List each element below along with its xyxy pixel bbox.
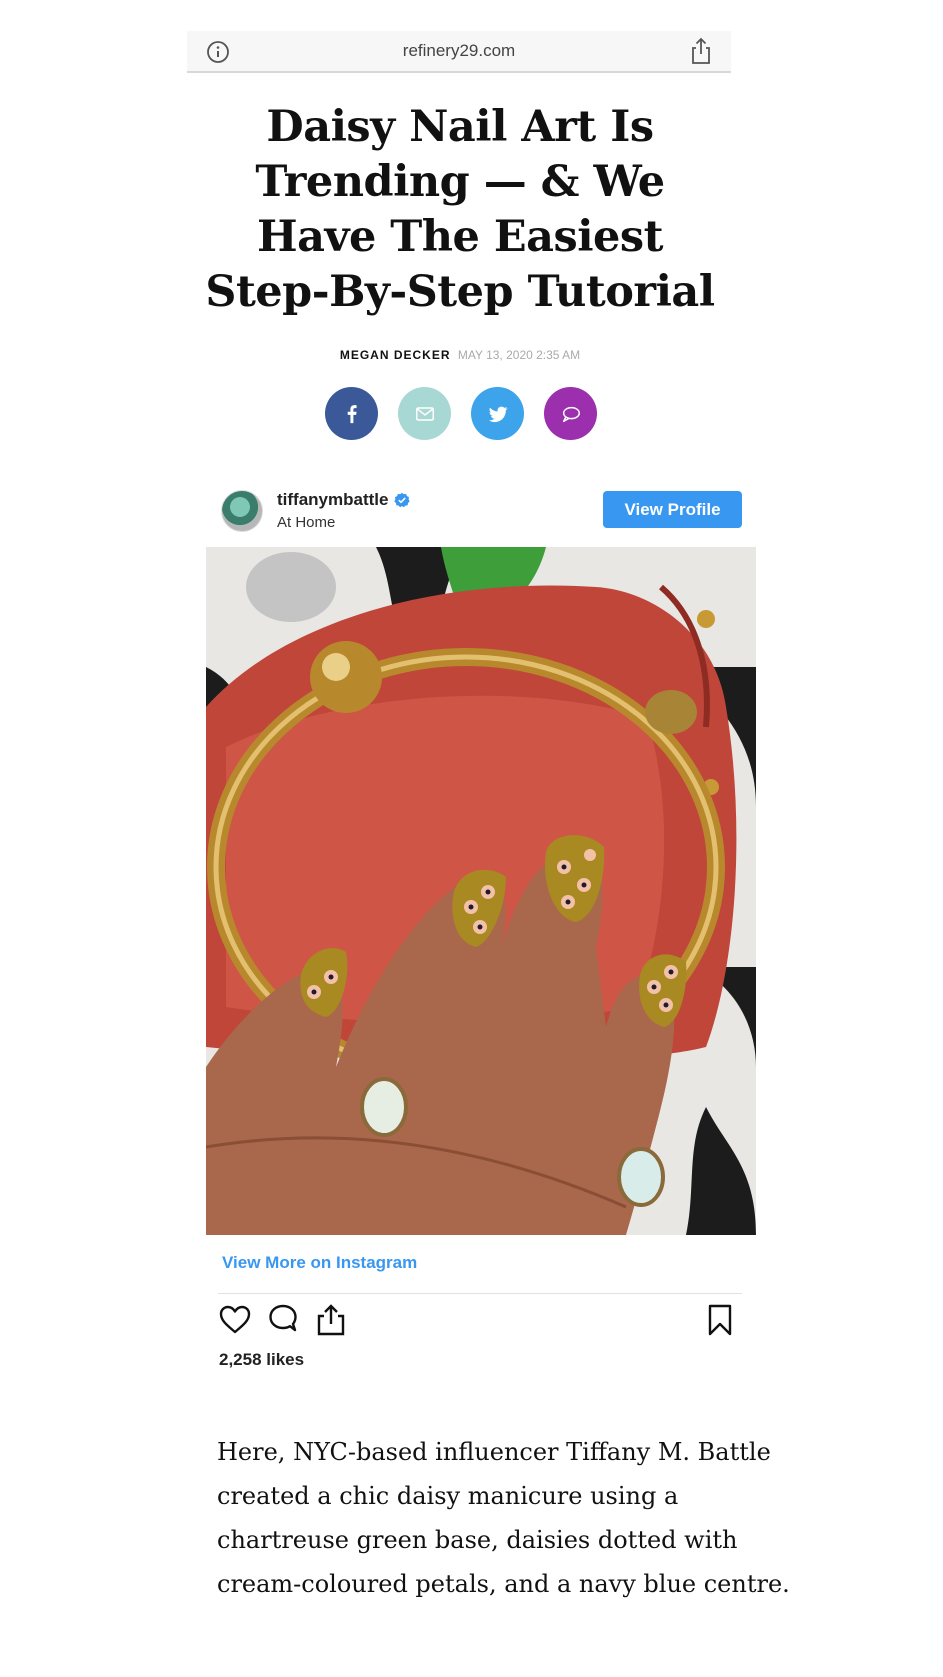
bookmark-icon[interactable] bbox=[703, 1303, 737, 1337]
verified-badge-icon bbox=[394, 492, 411, 508]
comment-share-button[interactable] bbox=[544, 387, 597, 440]
avatar[interactable] bbox=[221, 490, 263, 532]
share-icon[interactable] bbox=[690, 37, 712, 65]
view-more-on-instagram-link[interactable]: View More on Instagram bbox=[222, 1253, 417, 1273]
divider bbox=[218, 1293, 742, 1294]
instagram-username-row[interactable]: tiffanymbattle bbox=[277, 490, 411, 510]
heart-icon[interactable] bbox=[218, 1303, 252, 1337]
twitter-share-button[interactable] bbox=[471, 387, 524, 440]
instagram-embed-header: tiffanymbattle At Home View Profile bbox=[206, 488, 746, 538]
twitter-icon bbox=[488, 406, 508, 422]
likes-count[interactable]: 2,258 likes bbox=[219, 1350, 304, 1370]
facebook-icon bbox=[347, 404, 357, 423]
url-text: refinery29.com bbox=[402, 41, 516, 60]
share-buttons bbox=[325, 387, 597, 440]
envelope-icon bbox=[415, 406, 434, 421]
view-profile-button[interactable]: View Profile bbox=[603, 491, 742, 528]
facebook-share-button[interactable] bbox=[325, 387, 378, 440]
author-name[interactable]: MEGAN DECKER bbox=[340, 348, 451, 362]
byline: MEGAN DECKER MAY 13, 2020 2:35 AM bbox=[0, 348, 920, 362]
instagram-username[interactable]: tiffanymbattle bbox=[277, 490, 388, 510]
url-bar[interactable]: refinery29.com bbox=[187, 31, 731, 73]
email-share-button[interactable] bbox=[398, 387, 451, 440]
comment-icon[interactable] bbox=[266, 1303, 300, 1337]
share-post-icon[interactable] bbox=[314, 1303, 348, 1337]
instagram-location[interactable]: At Home bbox=[277, 514, 335, 531]
speech-bubble-icon bbox=[562, 406, 580, 422]
article-headline: Daisy Nail Art Is Trending — & We Have T… bbox=[205, 102, 715, 317]
instagram-photo[interactable] bbox=[206, 547, 756, 1235]
article-body: Here, NYC-based influencer Tiffany M. Ba… bbox=[217, 1438, 790, 1598]
info-icon[interactable] bbox=[206, 40, 230, 64]
publish-date: MAY 13, 2020 2:35 AM bbox=[457, 348, 581, 362]
